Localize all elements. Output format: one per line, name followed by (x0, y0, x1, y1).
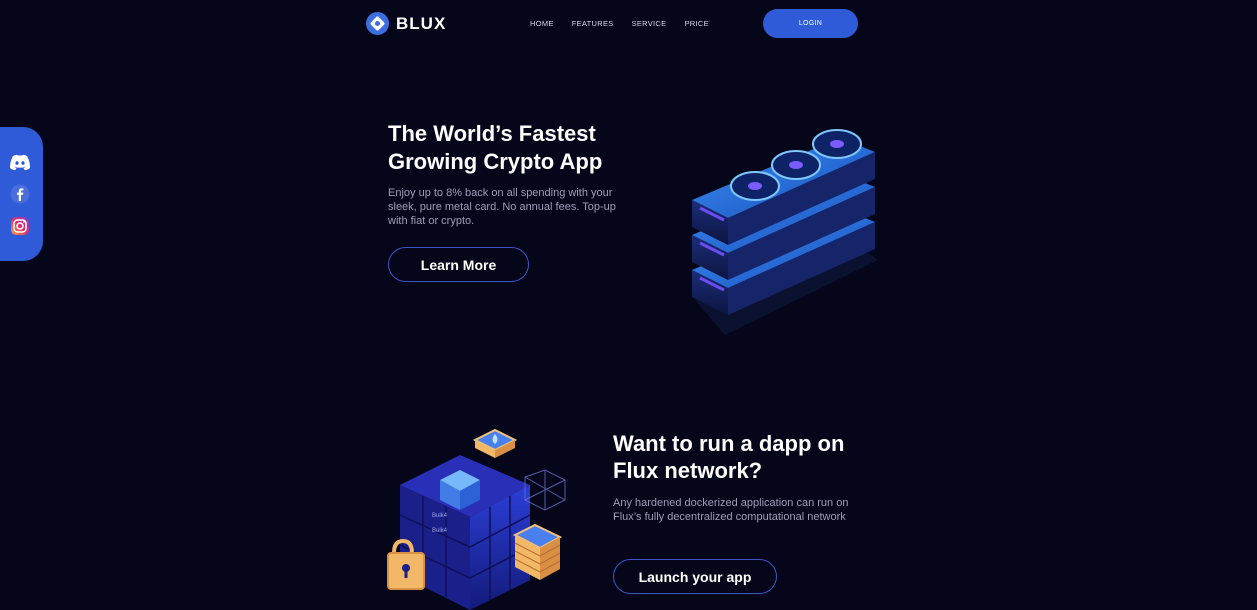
hero-title: The World’s Fastest Growing Crypto App (388, 121, 603, 174)
section-description: Any hardened dockerized application can … (613, 497, 849, 523)
cube-label: Bulk4 (432, 528, 448, 534)
brand-name: BLUX (396, 13, 447, 33)
blux-logo-icon (366, 12, 389, 35)
section-title: Want to run a dapp on Flux network? (613, 431, 845, 483)
hero-description: Enjoy up to 8% back on all spending with… (388, 187, 616, 227)
social-sidebar (0, 127, 43, 261)
landing-page: BLUX HOME FEATURES SERVICE PRICE LOGIN T… (0, 0, 1257, 610)
gpu-mining-illustration (692, 129, 878, 335)
instagram-icon[interactable] (9, 216, 31, 236)
discord-icon[interactable] (9, 152, 31, 172)
learn-more-button[interactable]: Learn More (388, 247, 529, 282)
launch-app-button[interactable]: Launch your app (613, 559, 777, 594)
nav-price-link[interactable]: PRICE (684, 19, 708, 28)
nav-features-link[interactable]: FEATURES (572, 19, 614, 28)
nav-home-link[interactable]: HOME (530, 19, 554, 28)
main-nav: HOME FEATURES SERVICE PRICE (530, 19, 727, 28)
blockchain-cubes-illustration: Bulk4 Bulk4 (387, 428, 566, 610)
nav-service-link[interactable]: SERVICE (632, 19, 667, 28)
brand-logo[interactable]: BLUX (366, 12, 446, 35)
login-button[interactable]: LOGIN (763, 9, 858, 38)
facebook-icon[interactable] (9, 184, 31, 204)
cube-label: Bulk4 (432, 513, 448, 519)
